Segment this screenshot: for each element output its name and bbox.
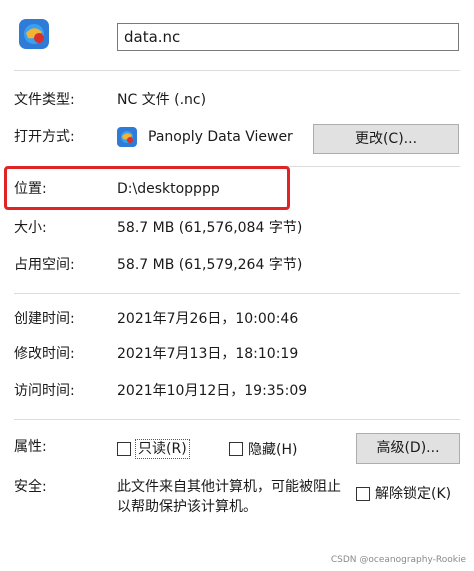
created-label: 创建时间:: [14, 311, 75, 327]
file-type-label: 文件类型:: [14, 92, 75, 108]
security-text-line1: 此文件来自其他计算机，可能被阻止: [117, 479, 341, 495]
divider: [14, 70, 460, 71]
location-value: D:\desktopppp: [117, 181, 220, 197]
hidden-checkbox[interactable]: [229, 442, 243, 456]
open-with-value: Panoply Data Viewer: [148, 129, 293, 145]
divider: [14, 293, 460, 294]
divider: [14, 419, 460, 420]
watermark: CSDN @oceanography-Rookie: [330, 555, 466, 565]
file-name-input[interactable]: data.nc: [117, 23, 459, 51]
size-label: 大小:: [14, 220, 47, 236]
accessed-value: 2021年10月12日，19:35:09: [117, 383, 308, 399]
modified-value: 2021年7月13日，18:10:19: [117, 346, 299, 362]
disk-size-label: 占用空间:: [14, 257, 75, 273]
file-icon: [18, 18, 50, 50]
created-value: 2021年7月26日，10:00:46: [117, 311, 299, 327]
file-type-value: NC 文件 (.nc): [117, 92, 207, 108]
location-label: 位置:: [14, 181, 47, 197]
readonly-label[interactable]: 只读(R): [135, 439, 190, 459]
change-button[interactable]: 更改(C)...: [313, 124, 459, 154]
modified-label: 修改时间:: [14, 346, 75, 362]
open-with-label: 打开方式:: [14, 129, 75, 145]
hidden-label[interactable]: 隐藏(H): [248, 440, 297, 460]
accessed-label: 访问时间:: [14, 383, 75, 399]
disk-size-value: 58.7 MB (61,579,264 字节): [117, 257, 303, 273]
panoply-app-icon: [117, 127, 137, 147]
attributes-label: 属性:: [14, 439, 47, 455]
advanced-button[interactable]: 高级(D)...: [356, 433, 460, 464]
size-value: 58.7 MB (61,576,084 字节): [117, 220, 303, 236]
unblock-label[interactable]: 解除锁定(K): [375, 484, 451, 504]
readonly-checkbox[interactable]: [117, 442, 131, 456]
file-properties-dialog: { "header": { "file_name": "data.nc", "i…: [0, 0, 474, 571]
security-label: 安全:: [14, 479, 47, 495]
unblock-checkbox[interactable]: [356, 487, 370, 501]
security-text-line2: 以帮助保护该计算机。: [117, 499, 257, 515]
